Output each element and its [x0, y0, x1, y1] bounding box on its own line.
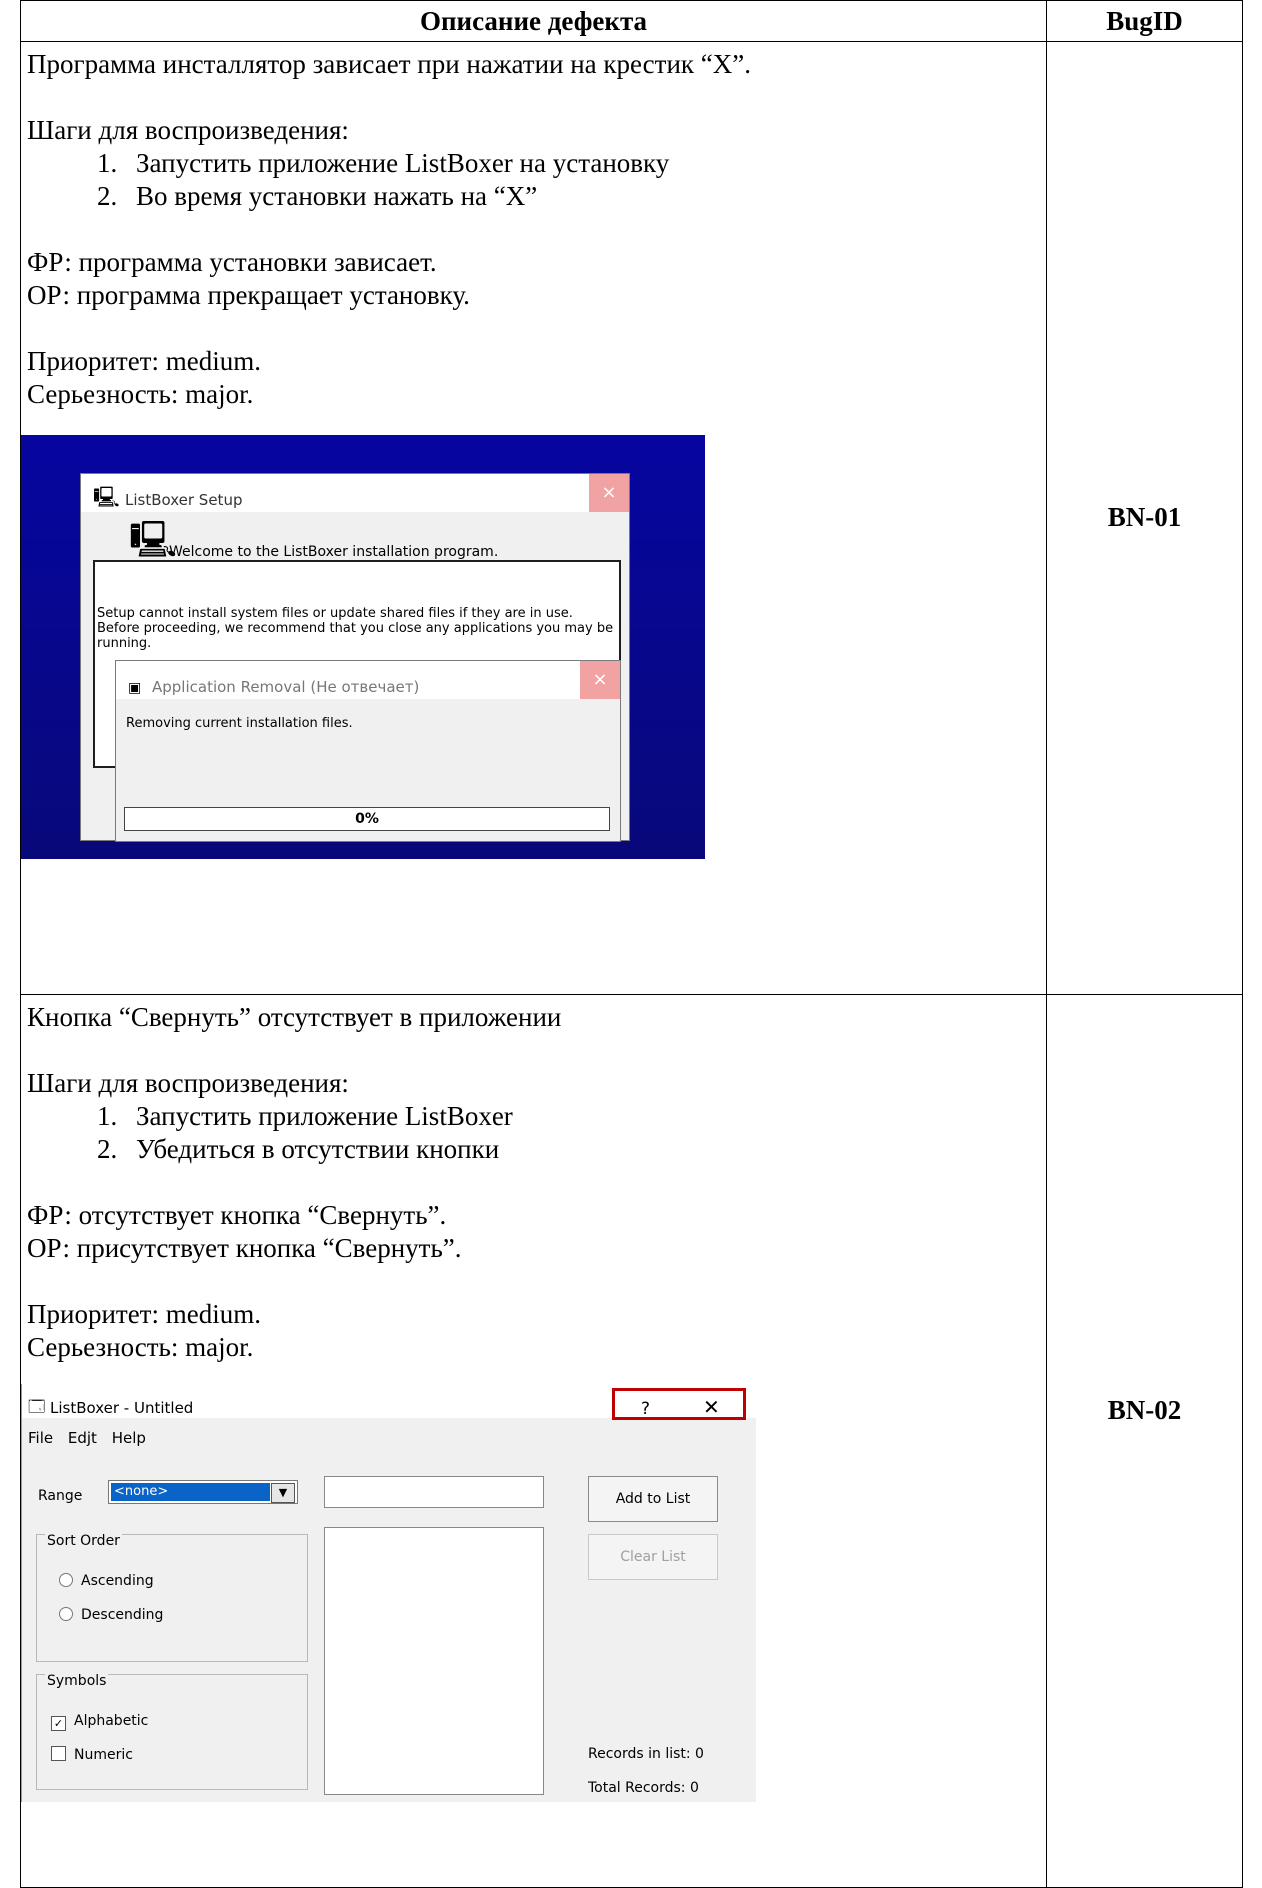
setup-warning: Setup cannot install system files or upd… — [97, 606, 614, 651]
listboxer-titlebar: 🗔 ListBoxer - Untitled ? ✕ — [22, 1384, 756, 1420]
clear-list-button[interactable]: Clear List — [588, 1534, 718, 1580]
ascending-label: Ascending — [81, 1573, 154, 1589]
bug-id: BN-01 — [1107, 502, 1182, 532]
steps-title: Шаги для воспроизведения: — [27, 1068, 349, 1098]
records-in-list: Records in list: 0 — [588, 1746, 704, 1762]
listboxer-screenshot: 🗔 ListBoxer - Untitled ? ✕ File Edjt Hel… — [21, 1384, 756, 1802]
sort-order-group: Sort Order Ascending Descending — [36, 1525, 308, 1662]
help-icon[interactable]: ? — [641, 1393, 650, 1426]
actual-result: ФР: программа установки зависает. — [27, 247, 437, 277]
symbols-group: Symbols ✓ Alphabetic Numeric — [36, 1665, 308, 1790]
priority: Приоритет: medium. — [27, 346, 261, 376]
menu-edit[interactable]: Edjt — [68, 1429, 97, 1447]
expected-result: ОР: присутствует кнопка “Свернуть”. — [27, 1233, 462, 1263]
progress-bar: 0% — [124, 807, 610, 831]
actual-result: ФР: отсутствует кнопка “Свернуть”. — [27, 1200, 447, 1230]
entry-input[interactable] — [324, 1476, 544, 1508]
setup-title: ListBoxer Setup — [125, 491, 243, 509]
checkbox-icon — [51, 1746, 66, 1761]
removal-title: Application Removal (Не отвечает) — [152, 678, 420, 696]
range-value: <none> — [111, 1483, 270, 1501]
setup-titlebar: 🖳 ListBoxer Setup × — [81, 474, 629, 512]
step-item: Запустить приложение ListBoxer на устано… — [124, 147, 1040, 180]
steps-list: Запустить приложение ListBoxer на устано… — [27, 147, 1040, 213]
bug-description-cell: Кнопка “Свернуть” отсутствует в приложен… — [20, 994, 1047, 1888]
close-icon[interactable]: × — [580, 661, 620, 699]
header-bugid: BugID — [1046, 0, 1243, 42]
highlight-box: ? ✕ — [612, 1388, 746, 1420]
symbols-title: Symbols — [45, 1665, 109, 1698]
close-icon[interactable]: ✕ — [703, 1391, 720, 1424]
priority: Приоритет: medium. — [27, 1299, 261, 1329]
setup-screenshot: 🖳 ListBoxer Setup × 🖳 Welcome to the Lis… — [21, 435, 705, 859]
header-description: Описание дефекта — [20, 0, 1047, 42]
numeric-label: Numeric — [74, 1747, 133, 1763]
alphabetic-label: Alphabetic — [74, 1713, 149, 1729]
severity: Серьезность: major. — [27, 1332, 254, 1362]
bug-summary: Кнопка “Свернуть” отсутствует в приложен… — [27, 1002, 562, 1032]
steps-title: Шаги для воспроизведения: — [27, 115, 349, 145]
bug-summary: Программа инсталлятор зависает при нажат… — [27, 49, 751, 79]
setup-app-icon: 🖳 — [93, 485, 120, 509]
bug-description-cell: Программа инсталлятор зависает при нажат… — [20, 41, 1047, 995]
bug-table: Описание дефекта BugID Программа инсталл… — [20, 0, 1243, 1888]
total-records: Total Records: 0 — [588, 1780, 699, 1796]
expected-result: ОР: программа прекращает установку. — [27, 280, 470, 310]
descending-radio[interactable]: Descending — [59, 1599, 163, 1632]
window-icon: 🗔 — [28, 1397, 46, 1416]
step-item: Во время установки нажать на “X” — [124, 180, 1040, 213]
step-item: Убедиться в отсутствии кнопки — [124, 1133, 1040, 1166]
removal-app-icon: ▣ — [128, 680, 142, 696]
removal-titlebar: ▣ Application Removal (Не отвечает) × — [116, 661, 620, 699]
add-to-list-button[interactable]: Add to List — [588, 1476, 718, 1522]
window-title: ListBoxer - Untitled — [50, 1399, 194, 1417]
checkbox-checked-icon: ✓ — [51, 1716, 66, 1731]
alphabetic-checkbox[interactable]: ✓ Alphabetic — [51, 1705, 148, 1738]
sort-order-title: Sort Order — [45, 1525, 122, 1558]
bug-id: BN-02 — [1107, 1395, 1182, 1425]
bugid-cell: BN-01 — [1046, 41, 1243, 995]
menu-help[interactable]: Help — [112, 1429, 146, 1447]
removal-text: Removing current installation files. — [126, 716, 353, 731]
descending-label: Descending — [81, 1607, 164, 1623]
menu-file[interactable]: File — [28, 1429, 53, 1447]
bugid-cell: BN-02 — [1046, 994, 1243, 1888]
range-label: Range — [38, 1488, 83, 1504]
ascending-radio[interactable]: Ascending — [59, 1565, 154, 1598]
radio-icon — [59, 1607, 73, 1621]
step-item: Запустить приложение ListBoxer — [124, 1100, 1040, 1133]
radio-icon — [59, 1573, 73, 1587]
close-icon[interactable]: × — [589, 474, 629, 512]
chevron-down-icon[interactable]: ▼ — [271, 1483, 295, 1503]
welcome-text: Welcome to the ListBoxer installation pr… — [169, 544, 499, 560]
numeric-checkbox[interactable]: Numeric — [51, 1739, 133, 1772]
range-select[interactable]: <none> ▼ — [108, 1480, 298, 1504]
menu-bar: File Edjt Help — [28, 1422, 156, 1455]
records-listbox[interactable] — [324, 1527, 544, 1795]
removal-window: ▣ Application Removal (Не отвечает) × Re… — [115, 660, 621, 842]
steps-list: Запустить приложение ListBoxer Убедиться… — [27, 1100, 1040, 1166]
severity: Серьезность: major. — [27, 379, 254, 409]
